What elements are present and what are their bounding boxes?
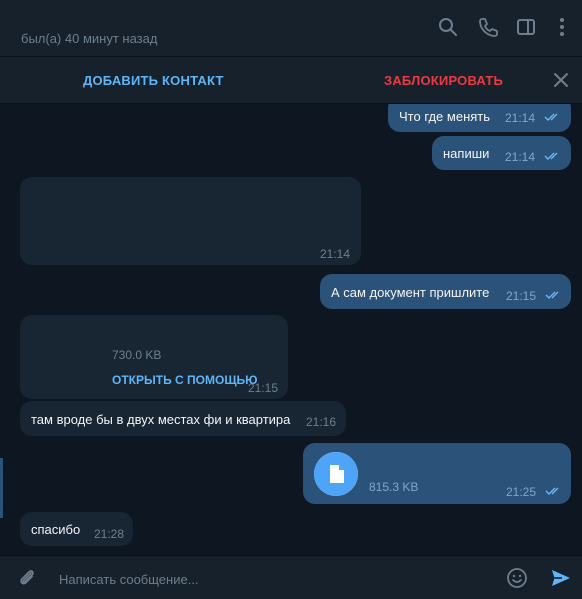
emoji-icon[interactable] <box>506 567 528 589</box>
send-icon[interactable] <box>549 566 573 590</box>
message-time: 21:15 <box>506 289 537 303</box>
message-text: спасибо <box>31 522 81 537</box>
message-outgoing[interactable]: Что где менять 21:14 <box>388 104 571 132</box>
message-text: А сам документ пришлите <box>331 285 490 300</box>
message-incoming[interactable]: 21:14 <box>20 177 361 265</box>
chat-header: был(а) 40 минут назад <box>0 0 582 57</box>
more-vertical-icon[interactable] <box>551 16 573 38</box>
search-icon[interactable] <box>437 16 459 38</box>
phone-icon[interactable] <box>477 16 499 38</box>
document-icon-circle[interactable] <box>314 452 358 496</box>
message-text: напиши <box>443 146 490 161</box>
scroll-position-marker <box>0 458 3 518</box>
block-user-button[interactable]: ЗАБЛОКИРОВАТЬ <box>384 73 503 88</box>
read-checkmarks-icon <box>544 113 558 121</box>
message-time: 21:28 <box>94 527 125 541</box>
message-time: 21:14 <box>320 247 351 261</box>
message-input[interactable] <box>57 568 481 590</box>
read-checkmarks-icon <box>544 152 558 160</box>
read-checkmarks-icon <box>545 487 559 495</box>
message-incoming[interactable]: там вроде бы в двух местах фи и квартира… <box>20 401 346 436</box>
message-time: 21:14 <box>505 150 536 164</box>
unknown-contact-bar: ДОБАВИТЬ КОНТАКТ ЗАБЛОКИРОВАТЬ <box>0 57 582 104</box>
message-time: 21:15 <box>248 381 279 395</box>
message-incoming[interactable]: спасибо 21:28 <box>20 512 133 546</box>
close-icon[interactable] <box>552 71 570 89</box>
message-outgoing[interactable]: напиши 21:14 <box>432 136 571 170</box>
attach-icon[interactable] <box>16 567 38 589</box>
sidebar-toggle-icon[interactable] <box>515 16 537 38</box>
message-time: 21:16 <box>306 415 337 429</box>
document-icon <box>314 452 358 496</box>
message-time: 21:25 <box>506 485 537 499</box>
message-text: Что где менять <box>399 109 491 124</box>
message-time: 21:14 <box>505 111 536 125</box>
message-outgoing-file[interactable]: 815.3 KB 21:25 <box>303 443 571 504</box>
message-text: там вроде бы в двух местах фи и квартира <box>31 412 291 427</box>
last-seen-status: был(а) 40 минут назад <box>21 31 158 46</box>
open-with-button[interactable]: ОТКРЫТЬ С ПОМОЩЬЮ <box>112 373 258 387</box>
read-checkmarks-icon <box>545 291 559 299</box>
add-contact-button[interactable]: ДОБАВИТЬ КОНТАКТ <box>83 73 224 88</box>
file-size: 730.0 KB <box>112 348 162 362</box>
message-incoming-file[interactable]: 730.0 KB ОТКРЫТЬ С ПОМОЩЬЮ 21:15 <box>20 315 288 399</box>
file-size: 815.3 KB <box>369 480 419 494</box>
message-list[interactable]: Что где менять 21:14 напиши 21:14 21:14 … <box>0 104 582 555</box>
message-outgoing[interactable]: А сам документ пришлите 21:15 <box>320 274 571 309</box>
message-composer <box>0 555 582 599</box>
